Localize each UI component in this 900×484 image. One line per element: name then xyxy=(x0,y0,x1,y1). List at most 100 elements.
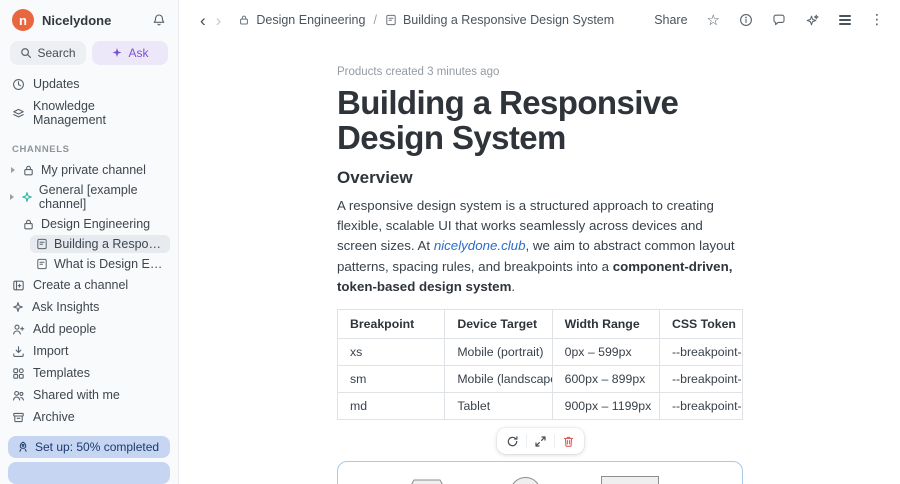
table-cell: 600px – 899px xyxy=(551,365,660,394)
sidebar-channel-design-engineering[interactable]: Design Engineering xyxy=(0,214,178,234)
table-cell: xs xyxy=(336,338,446,367)
table-cell: Mobile (portrait) xyxy=(444,338,553,367)
sidebar: n Nicelydone Search Ask Updates Knowledg… xyxy=(0,0,179,484)
plus-square-icon xyxy=(12,279,25,292)
create-channel-label: Create a channel xyxy=(33,278,129,292)
lock-icon xyxy=(22,218,35,231)
document-body: Products created 3 minutes ago Building … xyxy=(336,40,744,484)
sidebar-item-label: Updates xyxy=(33,77,80,91)
channel-label: Design Engineering xyxy=(41,217,151,231)
topbar: ‹ › Design Engineering / Building a Resp… xyxy=(179,0,900,40)
create-channel-button[interactable]: Create a channel xyxy=(0,274,178,296)
column-header: Breakpoint xyxy=(336,309,446,340)
more-options-icon[interactable]: ⋮ xyxy=(870,12,884,28)
favorite-star-icon[interactable]: ☆ xyxy=(707,11,720,29)
table-cell: --breakpoint-xs xyxy=(658,338,744,367)
document-meta: Products created 3 minutes ago xyxy=(337,66,500,78)
sidebar-item-add-people[interactable]: Add people xyxy=(0,318,178,340)
channel-label: My private channel xyxy=(41,163,146,177)
sidebar-channel-my-private[interactable]: My private channel xyxy=(0,160,178,180)
breadcrumb-page[interactable]: Building a Responsive Design System xyxy=(403,13,614,27)
table-cell: Mobile (landscape) xyxy=(444,365,553,394)
download-icon xyxy=(12,345,25,358)
sidebar-item-label: Shared with me xyxy=(33,388,120,402)
paragraph-text: . xyxy=(511,278,516,294)
page-title: Building a Responsive Design System xyxy=(337,84,679,157)
chevron-right-icon[interactable] xyxy=(8,192,17,202)
people-icon xyxy=(12,389,25,402)
bell-icon[interactable] xyxy=(152,13,166,27)
sidebar-item-ask-insights[interactable]: Ask Insights xyxy=(0,296,178,318)
sidebar-footer: Ask Insights Add people Import Templates… xyxy=(0,296,178,484)
overview-paragraph: A responsive design system is a structur… xyxy=(337,196,743,298)
topbar-actions: Share ☆ ⋮ xyxy=(654,11,884,29)
chevron-down-icon[interactable] xyxy=(8,219,18,229)
ask-label: Ask xyxy=(128,46,149,60)
sparkle-pin-icon xyxy=(21,191,33,203)
sidebar-page-building-responsive[interactable]: Building a Responsive De… xyxy=(30,235,170,253)
sidebar-channel-general[interactable]: General [example channel] xyxy=(0,180,178,214)
lock-icon xyxy=(22,164,35,177)
setup-progress-banner[interactable]: Set up: 50% completed xyxy=(8,436,170,458)
table-cell: --breakpoint-md xyxy=(658,392,744,421)
flowchart-rect-node[interactable]: here xyxy=(600,476,659,484)
ai-sparkles-icon[interactable] xyxy=(805,13,820,28)
layers-icon xyxy=(12,107,25,120)
main-panel: ‹ › Design Engineering / Building a Resp… xyxy=(179,0,900,484)
nicelydone-club-link[interactable]: nicelydone.club xyxy=(434,238,526,253)
clipped-promo-banner[interactable] xyxy=(8,462,170,484)
table-row: sm Mobile (landscape) 600px – 899px --br… xyxy=(336,365,744,394)
sparkle-icon xyxy=(12,301,24,313)
table-row: md Tablet 900px – 1199px --breakpoint-md xyxy=(336,392,744,421)
workspace-header: n Nicelydone xyxy=(0,0,178,37)
sidebar-actions: Search Ask xyxy=(0,37,178,73)
section-heading: Overview xyxy=(337,167,413,187)
logo-letter: n xyxy=(19,12,27,28)
page-label: Building a Responsive De… xyxy=(54,237,164,251)
workspace-logo: n xyxy=(12,9,34,31)
document-icon xyxy=(36,258,48,270)
sidebar-item-import[interactable]: Import xyxy=(0,340,178,362)
forward-button[interactable]: › xyxy=(211,12,227,29)
document-icon xyxy=(36,238,48,250)
sidebar-item-label: Add people xyxy=(33,322,97,336)
app-window: n Nicelydone Search Ask Updates Knowledg… xyxy=(0,0,900,484)
sidebar-item-templates[interactable]: Templates xyxy=(0,362,178,384)
page-label: What is Design Engineerin… xyxy=(54,257,164,271)
flowchart-block[interactable]: your flow chart here xyxy=(337,461,743,484)
lock-icon xyxy=(238,14,250,26)
table-cell: --breakpoint-sm xyxy=(658,365,744,394)
flowchart-hexagon-node[interactable]: your xyxy=(406,479,448,484)
share-button[interactable]: Share xyxy=(654,13,687,27)
table-cell: Tablet xyxy=(444,392,553,421)
breadcrumb-channel[interactable]: Design Engineering xyxy=(256,13,365,27)
sidebar-item-shared-with-me[interactable]: Shared with me xyxy=(0,384,178,406)
comment-icon[interactable] xyxy=(772,13,786,27)
outline-icon[interactable] xyxy=(839,15,851,25)
refresh-icon[interactable] xyxy=(499,430,526,452)
sidebar-item-label: Archive xyxy=(33,410,75,424)
channels-section-header: CHANNELS xyxy=(12,144,70,155)
info-icon[interactable] xyxy=(739,13,753,27)
channel-label: General [example channel] xyxy=(38,183,138,211)
search-button[interactable]: Search xyxy=(10,41,86,65)
sidebar-item-label: Import xyxy=(33,344,69,358)
sidebar-page-what-is-design-engineering[interactable]: What is Design Engineerin… xyxy=(30,255,170,273)
table-cell: 900px – 1199px xyxy=(551,392,660,421)
archive-box-icon xyxy=(12,411,25,424)
person-plus-icon xyxy=(12,323,25,336)
ask-button[interactable]: Ask xyxy=(92,41,168,65)
delete-icon[interactable] xyxy=(555,430,582,452)
flowchart-circle-node[interactable]: chart xyxy=(509,477,541,484)
sidebar-item-archive[interactable]: Archive xyxy=(0,406,178,428)
expand-icon[interactable] xyxy=(527,430,554,452)
sidebar-item-updates[interactable]: Updates xyxy=(0,73,178,95)
diagram-toolbar xyxy=(496,428,584,455)
column-header: CSS Token xyxy=(658,309,744,340)
document-icon xyxy=(385,14,397,26)
sidebar-item-knowledge-management[interactable]: Knowledge Management xyxy=(0,95,178,131)
back-button[interactable]: ‹ xyxy=(195,12,211,29)
workspace-name: Nicelydone xyxy=(42,12,112,28)
table-row: xs Mobile (portrait) 0px – 599px --break… xyxy=(336,338,744,367)
chevron-right-icon[interactable] xyxy=(8,165,18,175)
